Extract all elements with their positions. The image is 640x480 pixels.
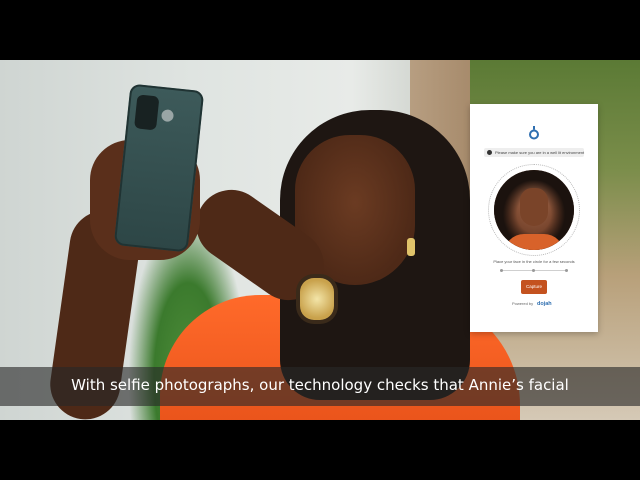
face-preview	[494, 170, 574, 250]
instruction-text: Place your face in the circle for a few …	[493, 259, 575, 264]
progress-dot	[500, 269, 503, 272]
face-preview-shirt	[504, 234, 564, 250]
phone-camera-icon	[134, 94, 160, 131]
progress-dot	[532, 269, 535, 272]
letterbox-bottom	[0, 420, 640, 480]
letterbox-top	[0, 0, 640, 60]
capture-button[interactable]: Capture	[521, 280, 547, 294]
lighting-notice-text: Please make sure you are in a well lit e…	[495, 150, 585, 155]
info-icon	[487, 150, 492, 155]
wristwatch	[300, 278, 334, 320]
powered-by-brand-logo: dojah	[537, 301, 552, 307]
lighting-notice: Please make sure you are in a well lit e…	[484, 148, 584, 157]
powered-by-label: Powered by	[512, 301, 534, 306]
face-preview-face	[520, 188, 548, 226]
subtitle-text: With selfie photographs, our technology …	[71, 376, 569, 394]
progress-dot	[565, 269, 568, 272]
capture-progress-track	[500, 269, 568, 272]
earring	[407, 238, 415, 256]
selfie-verification-panel: Please make sure you are in a well lit e…	[470, 104, 598, 332]
brand-logo-icon	[529, 126, 539, 140]
phone-sensor-icon	[160, 109, 175, 123]
